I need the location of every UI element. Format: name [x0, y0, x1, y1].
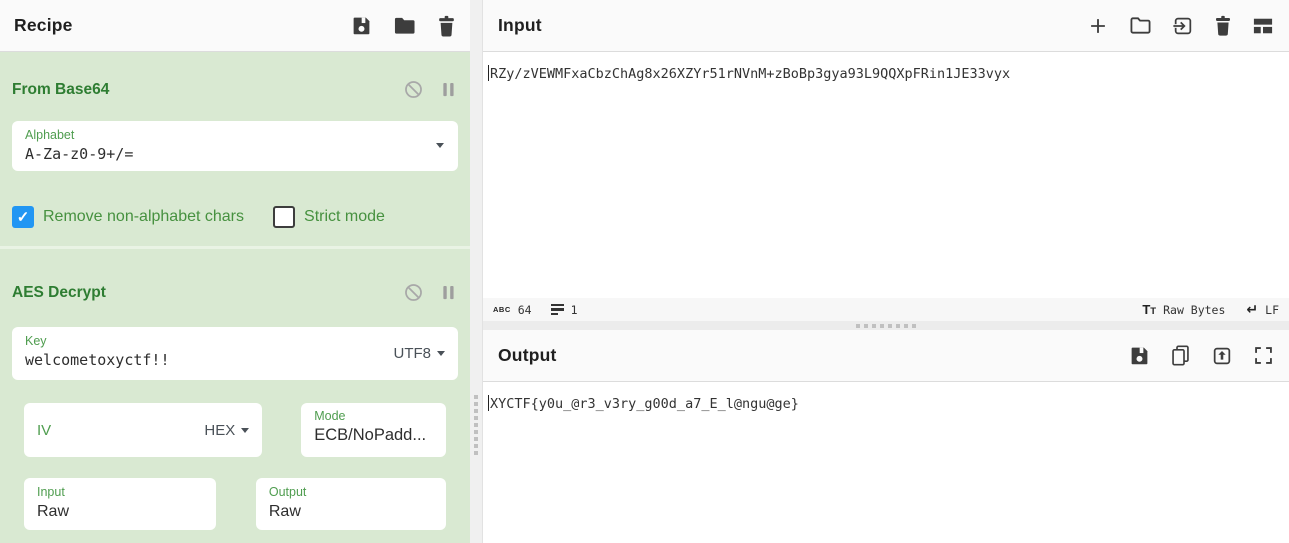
clear-recipe-trash-icon[interactable]: [437, 15, 456, 37]
input-status-bar: ABC 64 1 TT Raw Bytes ↵ LF: [483, 298, 1289, 321]
recipe-title: Recipe: [14, 15, 73, 36]
iv-mode-row: IV HEX Mode ECB/NoPadd...: [12, 403, 458, 457]
base64-options-row: ✓ Remove non-alphabet chars Strict mode: [12, 206, 458, 246]
aes-input-type-dropdown[interactable]: Input Raw: [24, 478, 216, 530]
operation-header: From Base64: [0, 52, 470, 121]
aes-input-value: Raw: [37, 500, 203, 523]
copy-output-icon[interactable]: [1170, 344, 1191, 367]
mode-value: ECB/NoPadd...: [314, 424, 433, 447]
key-unit-value: UTF8: [394, 345, 432, 362]
pause-operation-icon[interactable]: [441, 284, 456, 301]
line-count-value: 1: [571, 303, 578, 317]
remove-non-alphabet-checkbox[interactable]: ✓: [12, 206, 34, 228]
io-panel: Input: [483, 0, 1289, 543]
alphabet-value: A-Za-z0-9+/=: [25, 143, 445, 166]
line-ending-value[interactable]: LF: [1265, 303, 1279, 317]
strict-mode-checkbox[interactable]: [273, 206, 295, 228]
aes-output-value: Raw: [269, 500, 433, 523]
chevron-down-icon: [437, 351, 445, 356]
strict-mode-label: Strict mode: [304, 208, 385, 226]
output-header: Output: [483, 330, 1289, 382]
output-textarea[interactable]: XYCTF{y0u_@r3_v3ry_g00d_a7_E_l@ngu@ge}: [483, 382, 1289, 543]
input-title: Input: [498, 15, 542, 36]
horizontal-pane-splitter[interactable]: [483, 321, 1289, 330]
character-encoding-icon[interactable]: TT: [1142, 302, 1156, 317]
key-label: Key: [25, 334, 445, 349]
operation-title: AES Decrypt: [12, 284, 106, 302]
alphabet-dropdown[interactable]: Alphabet A-Za-z0-9+/=: [12, 121, 458, 171]
disable-operation-icon[interactable]: [403, 79, 424, 100]
line-ending-icon[interactable]: ↵: [1246, 302, 1258, 318]
output-pane: Output XYCTF{y0u_@r3_v3ry_g00: [483, 330, 1289, 543]
chevron-down-icon: [241, 428, 249, 433]
key-field[interactable]: Key welcometoxyctf!! UTF8: [12, 327, 458, 380]
key-value: welcometoxyctf!!: [25, 349, 445, 372]
input-textarea[interactable]: RZy/zVEWMFxaCbzChAg8x26XZYr51rNVnM+zBoBp…: [483, 52, 1289, 298]
key-unit-dropdown[interactable]: UTF8: [394, 327, 446, 380]
input-output-row: Input Raw Output Raw: [12, 478, 458, 530]
aes-input-label: Input: [37, 485, 203, 500]
load-recipe-folder-icon[interactable]: [393, 15, 416, 36]
operation-aes-decrypt[interactable]: AES Decrypt Key welcometoxyctf!! U: [0, 246, 470, 530]
layout-toggle-icon[interactable]: [1252, 16, 1274, 36]
char-count-icon: ABC: [493, 305, 511, 314]
operation-title: From Base64: [12, 81, 109, 99]
save-recipe-icon[interactable]: [351, 15, 372, 36]
iv-label: IV: [37, 422, 51, 439]
chevron-down-icon: [436, 143, 444, 148]
recipe-header: Recipe: [0, 0, 470, 52]
line-count-icon: [551, 304, 564, 316]
operation-from-base64[interactable]: From Base64 Alphabet A-Za-z0-9+/=: [0, 52, 470, 246]
output-text: XYCTF{y0u_@r3_v3ry_g00d_a7_E_l@ngu@ge}: [490, 396, 799, 412]
pause-operation-icon[interactable]: [441, 81, 456, 98]
replace-input-with-output-icon[interactable]: [1211, 345, 1233, 367]
splitter-grip-icon: [474, 395, 478, 455]
add-input-tab-icon[interactable]: [1087, 15, 1109, 37]
remove-non-alphabet-label: Remove non-alphabet chars: [43, 208, 244, 226]
character-encoding-value[interactable]: Raw Bytes: [1163, 303, 1225, 317]
input-text: RZy/zVEWMFxaCbzChAg8x26XZYr51rNVnM+zBoBp…: [490, 66, 1010, 82]
open-input-icon[interactable]: [1172, 15, 1194, 37]
mode-dropdown[interactable]: Mode ECB/NoPadd...: [301, 403, 446, 457]
vertical-pane-splitter[interactable]: [470, 0, 483, 543]
maximize-output-icon[interactable]: [1253, 345, 1274, 366]
input-pane: Input: [483, 0, 1289, 321]
iv-unit-dropdown[interactable]: HEX: [204, 403, 249, 457]
alphabet-label: Alphabet: [25, 128, 445, 143]
iv-field[interactable]: IV HEX: [24, 403, 262, 457]
mode-label: Mode: [314, 409, 433, 424]
text-cursor: [488, 395, 489, 411]
aes-output-label: Output: [269, 485, 433, 500]
text-cursor: [488, 65, 489, 81]
output-title: Output: [498, 345, 557, 366]
aes-output-type-dropdown[interactable]: Output Raw: [256, 478, 446, 530]
input-header: Input: [483, 0, 1289, 52]
clear-input-trash-icon[interactable]: [1214, 15, 1232, 36]
save-output-icon[interactable]: [1129, 345, 1150, 366]
recipe-list: From Base64 Alphabet A-Za-z0-9+/=: [0, 52, 470, 543]
open-folder-outline-icon[interactable]: [1129, 15, 1152, 36]
disable-operation-icon[interactable]: [403, 282, 424, 303]
check-icon: ✓: [17, 208, 30, 226]
iv-unit-value: HEX: [204, 422, 235, 439]
char-count-value: 64: [518, 303, 532, 317]
cyberchef-app: Recipe From Base64: [0, 0, 1289, 543]
recipe-panel: Recipe From Base64: [0, 0, 470, 543]
operation-header: AES Decrypt: [0, 249, 470, 327]
